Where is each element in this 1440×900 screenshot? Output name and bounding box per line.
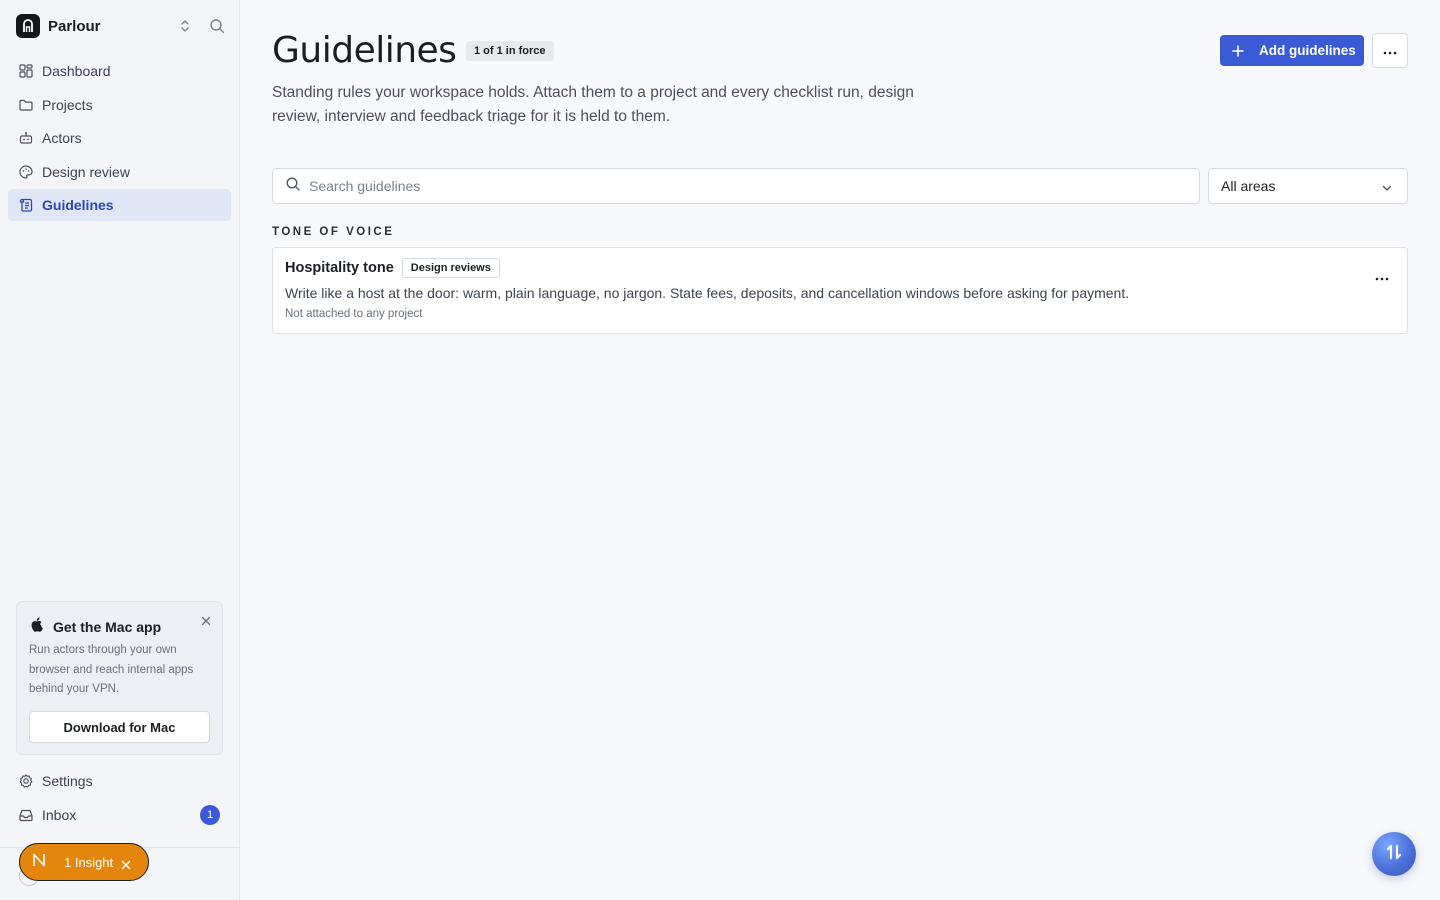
- status-badge: 1 of 1 in force: [466, 41, 554, 61]
- folder-icon: [18, 97, 34, 113]
- inbox-icon: [18, 807, 34, 823]
- promo-title: Get the Mac app: [53, 618, 162, 635]
- palette-icon: [18, 164, 34, 180]
- scroll-icon: [18, 197, 34, 213]
- sidebar-item-design-review[interactable]: Design review: [8, 156, 231, 188]
- search-bar: [272, 168, 1200, 204]
- insight-pill[interactable]: 1 Insight: [19, 843, 149, 881]
- sidebar-item-label: Dashboard: [42, 63, 111, 79]
- plus-icon: [1232, 44, 1244, 57]
- workspace-switcher[interactable]: Parlour: [16, 14, 228, 38]
- guideline-header: Hospitality tone Design reviews: [285, 258, 500, 278]
- guideline-description: Write like a host at the door: warm, pla…: [285, 285, 1130, 301]
- sidebar-item-label: Guidelines: [42, 197, 114, 213]
- more-icon: [1383, 42, 1397, 60]
- apple-icon: [29, 616, 45, 637]
- area-filter-value: All areas: [1221, 178, 1276, 194]
- guideline-title: Hospitality tone: [285, 260, 394, 276]
- sidebar-item-label: Inbox: [42, 806, 77, 823]
- workspace-name: Parlour: [48, 17, 101, 35]
- page-title: Guidelines: [272, 30, 457, 71]
- chevron-updown-icon[interactable]: [176, 17, 194, 35]
- insight-logo-icon: [32, 853, 46, 872]
- sidebar-bottom-nav: Settings Inbox 1: [8, 765, 231, 832]
- add-guidelines-button[interactable]: Add guidelines: [1220, 35, 1364, 66]
- mac-app-promo: Get the Mac app Run actors through your …: [16, 601, 223, 755]
- guideline-area-tag: Design reviews: [401, 258, 500, 278]
- sidebar-item-dashboard[interactable]: Dashboard: [8, 55, 231, 87]
- sidebar-item-projects[interactable]: Projects: [8, 89, 231, 121]
- sidebar-item-label: Settings: [42, 773, 93, 789]
- page-more-button[interactable]: [1372, 33, 1408, 68]
- sidebar-nav: Dashboard Projects Actors Design review …: [8, 55, 231, 223]
- add-guidelines-label: Add guidelines: [1259, 43, 1356, 58]
- assistant-button[interactable]: [1372, 832, 1416, 876]
- sidebar-item-actors[interactable]: Actors: [8, 122, 231, 154]
- sidebar-item-label: Design review: [42, 163, 130, 180]
- sidebar-item-label: Projects: [42, 96, 93, 113]
- search-icon[interactable]: [208, 17, 226, 35]
- page-subtitle: Standing rules your workspace holds. Att…: [272, 84, 914, 125]
- robot-icon: [18, 130, 34, 146]
- grid-icon: [18, 63, 34, 79]
- guideline-attachment-status: Not attached to any project: [285, 308, 423, 320]
- assistant-icon: [1384, 842, 1404, 867]
- guideline-card[interactable]: Hospitality tone Design reviews Write li…: [272, 247, 1408, 334]
- promo-header: Get the Mac app: [29, 616, 161, 637]
- section-heading: TONE OF VOICE: [272, 226, 395, 238]
- inbox-count-badge: 1: [200, 804, 220, 825]
- chevron-down-icon: [1381, 181, 1393, 193]
- promo-text: Run actors through your own browser and …: [29, 644, 194, 695]
- close-icon[interactable]: [121, 857, 131, 870]
- download-for-mac-button[interactable]: Download for Mac: [29, 711, 210, 743]
- search-input[interactable]: [309, 178, 1169, 194]
- parlour-logo-icon: [16, 14, 40, 38]
- search-icon: [285, 176, 301, 197]
- more-icon[interactable]: [1373, 272, 1391, 286]
- sidebar-item-inbox[interactable]: Inbox 1: [8, 799, 231, 831]
- sidebar-item-settings[interactable]: Settings: [8, 765, 231, 797]
- gear-icon: [18, 773, 34, 789]
- sidebar-item-guidelines[interactable]: Guidelines: [8, 189, 231, 221]
- area-filter-select[interactable]: All areas: [1208, 168, 1408, 204]
- close-icon[interactable]: [200, 614, 212, 626]
- insight-label: 1 Insight: [64, 854, 114, 870]
- sidebar: Parlour Dashboard Projects Actors Design…: [0, 0, 240, 900]
- sidebar-item-label: Actors: [42, 130, 82, 146]
